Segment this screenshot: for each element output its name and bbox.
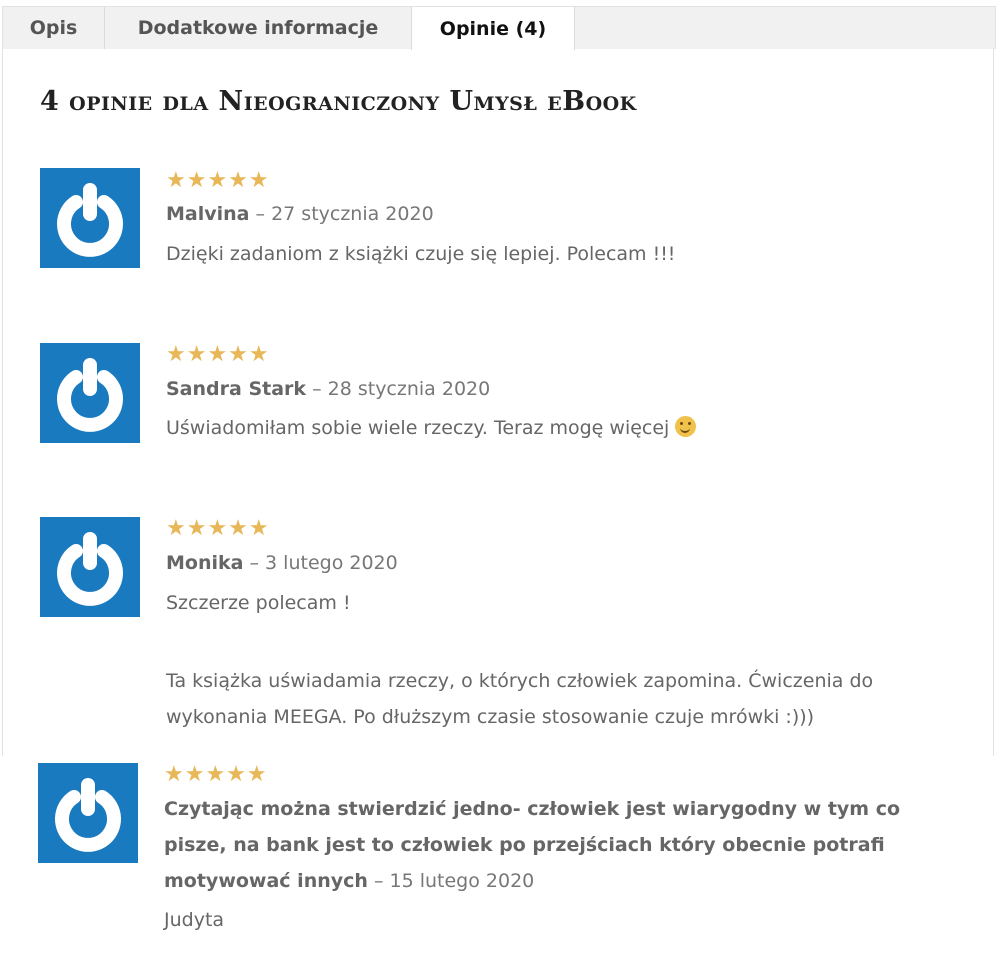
review-meta: Monika – 3 lutego 2020	[166, 552, 398, 574]
review-author: Czytając można stwierdzić jedno- człowie…	[164, 798, 901, 820]
review-author: Sandra Stark	[166, 378, 307, 400]
review-meta: Sandra Stark – 28 stycznia 2020	[166, 378, 490, 400]
reviews-panel	[2, 48, 994, 756]
reviews-heading: 4 opinie dla Nieograniczony Umysł eBook	[40, 86, 637, 117]
review-text: wykonania MEEGA. Po dłuższym czasie stos…	[166, 706, 815, 728]
star-rating: ★★★★★	[166, 342, 270, 367]
review-author: motywować innych	[164, 870, 368, 892]
star-rating: ★★★★★	[166, 516, 270, 541]
review-text: Judyta	[164, 909, 225, 931]
review-text: Dzięki zadaniom z książki czuje się lepi…	[166, 243, 676, 265]
review-meta: Malvina – 27 stycznia 2020	[166, 203, 434, 225]
gravatar-icon	[40, 517, 140, 617]
star-rating: ★★★★★	[166, 168, 270, 193]
review-date: – 15 lutego 2020	[367, 870, 535, 892]
review-author: Monika	[166, 552, 244, 574]
tab-opis[interactable]: Opis	[3, 7, 105, 49]
tab-opinie[interactable]: Opinie (4)	[411, 7, 575, 50]
slightly-smiling-face-icon	[675, 416, 697, 437]
review-author: Malvina	[166, 203, 250, 225]
review-text: Ta książka uświadamia rzeczy, o których …	[166, 670, 874, 692]
product-tabs: Opis Dodatkowe informacje Opinie (4)	[2, 6, 996, 50]
review-text-line: Uświadomiłam sobie wiele rzeczy. Teraz m…	[166, 417, 670, 439]
review-date: – 28 stycznia 2020	[306, 378, 491, 400]
gravatar-icon	[38, 763, 138, 863]
review-date: – 3 lutego 2020	[243, 552, 398, 574]
review-date: – 27 stycznia 2020	[249, 203, 434, 225]
gravatar-icon	[40, 343, 140, 443]
tab-dodatkowe-informacje[interactable]: Dodatkowe informacje	[105, 7, 411, 49]
review-author: pisze, na bank jest to człowiek po przej…	[164, 834, 885, 856]
review-text: Szczerze polecam !	[166, 592, 351, 614]
review-meta: motywować innych – 15 lutego 2020	[164, 863, 964, 899]
star-rating: ★★★★★	[164, 762, 268, 787]
gravatar-icon	[40, 168, 140, 268]
review-text: Uświadomiłam sobie wiele rzeczy. Teraz m…	[166, 410, 966, 446]
